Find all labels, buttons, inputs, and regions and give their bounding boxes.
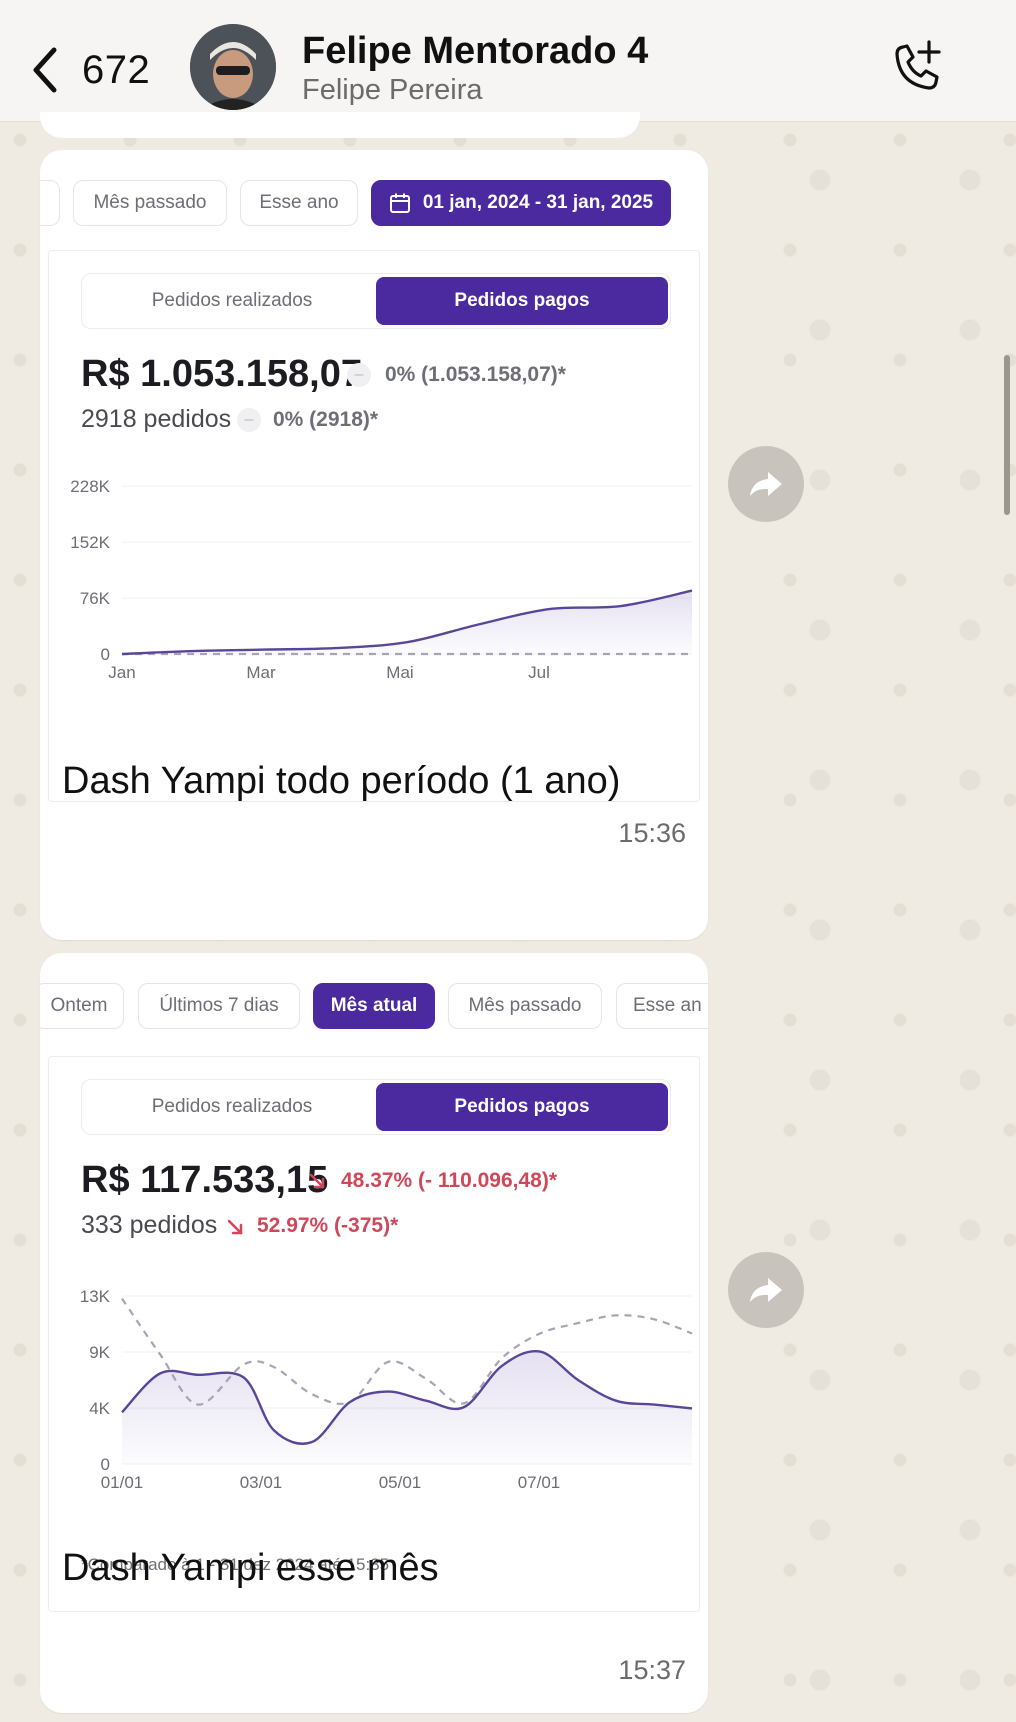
image-message-2[interactable]: Ontem Últimos 7 dias Mês atual Mês passa…	[40, 953, 708, 1713]
revenue-delta: 48.37% (- 110.096,48)*	[341, 1169, 557, 1192]
neutral-indicator-icon: –	[347, 363, 371, 387]
forward-button[interactable]	[728, 446, 804, 522]
period-chips: Mês passado Esse ano 01 jan, 2024 - 31 j…	[40, 150, 708, 240]
period-chip-yesterday[interactable]: Ontem	[40, 983, 124, 1029]
y-tick-label: 0	[101, 1455, 110, 1474]
period-chip-partial[interactable]	[40, 180, 60, 226]
unread-count: 672	[82, 47, 151, 92]
orders-delta: 52.97% (-375)*	[257, 1214, 399, 1237]
orders-delta: 0% (2918)*	[273, 408, 379, 431]
orders-toggle: Pedidos realizados Pedidos pagos	[81, 1079, 671, 1135]
previous-message-bubble	[40, 112, 640, 138]
x-tick-label: Jan	[108, 663, 135, 682]
scrollbar[interactable]	[1004, 355, 1010, 515]
x-tick-label: Mai	[386, 663, 413, 682]
forward-arrow-icon	[750, 1278, 782, 1302]
x-tick-label: 03/01	[240, 1473, 283, 1492]
period-chip-current-month[interactable]: Mês atual	[313, 983, 435, 1029]
trend-down-icon	[227, 1219, 243, 1235]
forward-arrow-icon	[750, 472, 782, 496]
orders-count: 2918 pedidos	[81, 405, 232, 433]
y-tick-label: 152K	[70, 533, 110, 552]
x-tick-label: Jul	[528, 663, 550, 682]
y-tick-label: 4K	[89, 1399, 110, 1418]
toggle-orders-paid[interactable]: Pedidos pagos	[376, 1083, 668, 1131]
x-tick-label: 01/01	[101, 1473, 144, 1492]
back-button[interactable]: 672	[28, 40, 158, 100]
revenue-chart: 0 4K 9K 13K 01/01 03/01 05/01 07/01	[80, 1287, 693, 1492]
avatar-photo	[190, 24, 276, 110]
chat-header: 672 Felipe Mentorado 4 Felipe Pereira	[0, 0, 1016, 122]
series-area	[122, 1351, 692, 1464]
x-tick-label: 05/01	[379, 1473, 422, 1492]
revenue-delta: 0% (1.053.158,07)*	[385, 363, 566, 386]
period-chip-last-month[interactable]: Mês passado	[73, 180, 227, 226]
message-time: 15:37	[618, 1655, 686, 1685]
orders-toggle: Pedidos realizados Pedidos pagos	[81, 273, 671, 329]
y-tick-label: 228K	[70, 477, 110, 496]
orders-count: 333 pedidos	[81, 1211, 218, 1239]
y-tick-label: 13K	[80, 1287, 111, 1306]
neutral-indicator-icon: –	[237, 408, 261, 432]
chevron-left-icon	[33, 47, 57, 93]
add-call-button[interactable]	[885, 38, 945, 98]
message-caption: Dash Yampi esse mês	[62, 1547, 439, 1589]
toggle-orders-placed[interactable]: Pedidos realizados	[86, 1083, 378, 1131]
period-chips: Ontem Últimos 7 dias Mês atual Mês passa…	[40, 953, 708, 1043]
y-tick-label: 76K	[80, 589, 111, 608]
message-caption: Dash Yampi todo período (1 ano)	[62, 760, 621, 802]
toggle-orders-paid[interactable]: Pedidos pagos	[376, 277, 668, 325]
y-tick-label: 9K	[89, 1343, 110, 1362]
phone-plus-icon	[895, 40, 941, 90]
chat-subtitle: Felipe Pereira	[302, 74, 483, 106]
period-chip-this-year[interactable]: Esse ano	[240, 180, 358, 226]
y-tick-label: 0	[101, 645, 110, 664]
x-tick-label: 07/01	[518, 1473, 561, 1492]
toggle-orders-placed[interactable]: Pedidos realizados	[86, 277, 378, 325]
series-area	[122, 590, 692, 654]
trend-down-icon	[309, 1173, 325, 1189]
calendar-icon	[389, 193, 410, 213]
period-chip-this-year[interactable]: Esse an	[616, 983, 708, 1029]
message-time: 15:36	[618, 818, 686, 848]
total-revenue: R$ 117.533,15	[81, 1159, 329, 1201]
period-chip-custom-range[interactable]: 01 jan, 2024 - 31 jan, 2025	[371, 180, 671, 226]
forward-button[interactable]	[728, 1252, 804, 1328]
revenue-chart: 0 76K 152K 228K Jan Mar Mai Jul	[70, 477, 693, 682]
x-tick-label: Mar	[246, 663, 276, 682]
image-message-1[interactable]: Mês passado Esse ano 01 jan, 2024 - 31 j…	[40, 150, 708, 940]
avatar[interactable]	[190, 24, 276, 110]
period-chip-last-7-days[interactable]: Últimos 7 dias	[138, 983, 300, 1029]
date-range-label: 01 jan, 2024 - 31 jan, 2025	[422, 192, 654, 213]
chat-title[interactable]: Felipe Mentorado 4	[302, 30, 648, 73]
total-revenue: R$ 1.053.158,07	[81, 353, 363, 395]
period-chip-last-month[interactable]: Mês passado	[448, 983, 602, 1029]
